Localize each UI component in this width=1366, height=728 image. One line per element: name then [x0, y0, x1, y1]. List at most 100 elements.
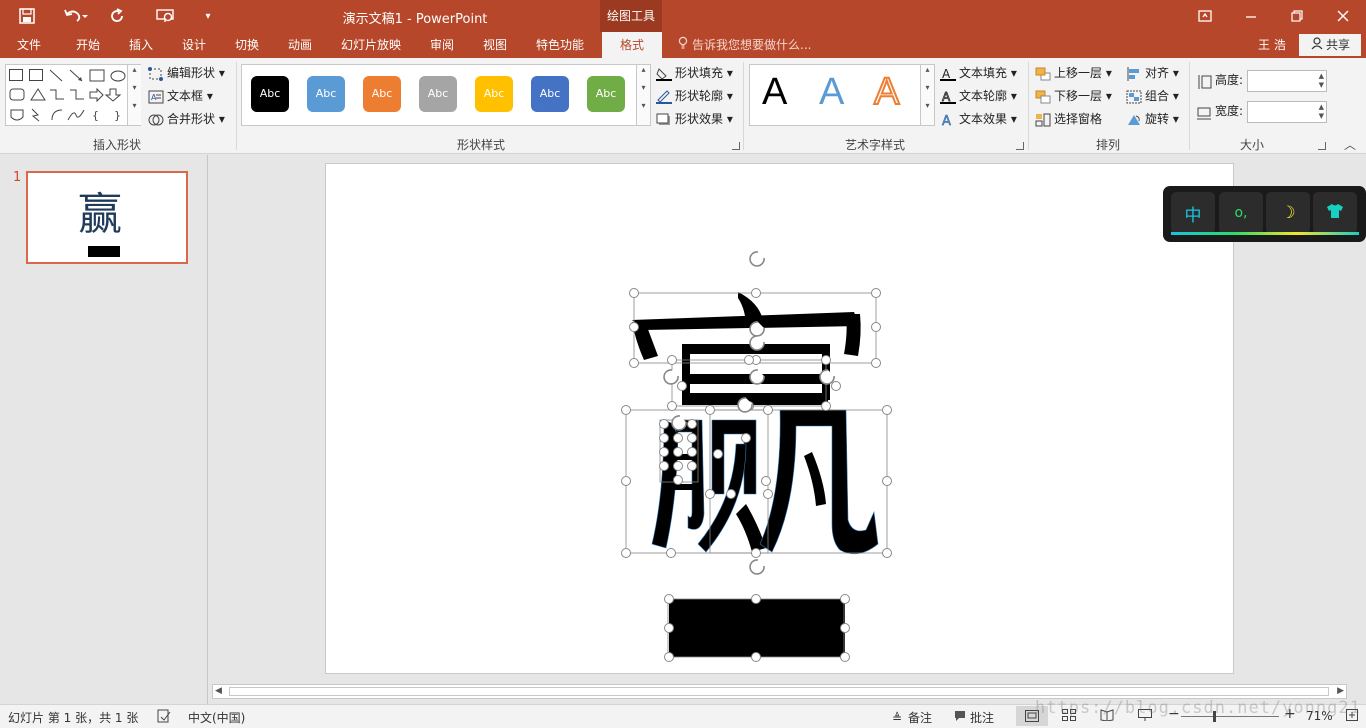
ime-moon-button[interactable]: ☽ — [1266, 192, 1310, 234]
vertical-textbox-shape-icon[interactable] — [29, 69, 43, 81]
tab-view[interactable]: 视图 — [472, 32, 518, 58]
text-outline-button[interactable]: A 文本轮廓 ▾ — [940, 86, 1017, 106]
shape-styles-gallery[interactable]: Abc Abc Abc Abc Abc Abc Abc ▴ ▾ ▾ — [241, 64, 651, 126]
width-input[interactable]: ▲ ▼ — [1247, 101, 1327, 123]
group-divider — [1028, 62, 1029, 150]
ime-skin-button[interactable] — [1313, 192, 1357, 234]
width-spinner-icon[interactable]: ▲ ▼ — [1319, 103, 1324, 121]
height-input[interactable]: ▲ ▼ — [1247, 70, 1327, 92]
edit-shape-button[interactable]: 编辑形状 ▾ — [148, 63, 225, 83]
text-box-button[interactable]: A 文本框 ▾ — [148, 86, 213, 106]
svg-text:A: A — [942, 90, 951, 104]
tell-me-search[interactable]: 告诉我您想要做什么... — [678, 32, 811, 58]
glyph-shell-radical[interactable] — [697, 419, 766, 553]
shape-style-green[interactable]: Abc — [587, 76, 625, 112]
minimize-icon[interactable] — [1228, 0, 1274, 32]
shape-style-orange[interactable]: Abc — [363, 76, 401, 112]
wordart-group-label: 艺术字样式 — [844, 138, 905, 152]
shape-style-dark-blue[interactable]: Abc — [531, 76, 569, 112]
shape-style-gray[interactable]: Abc — [419, 76, 457, 112]
thumbnail-glyph: 赢 — [78, 189, 122, 240]
horizontal-scrollbar[interactable]: ◀ ▶ — [212, 684, 1347, 699]
text-outline-label: 文本轮廓 — [959, 89, 1008, 103]
selection-pane-button[interactable]: 选择窗格 — [1035, 109, 1102, 129]
shape-fill-button[interactable]: 形状填充 ▾ — [656, 63, 733, 83]
glyph-fan-radical[interactable] — [759, 409, 879, 555]
language-indicator[interactable]: 中文(中国) — [188, 709, 245, 726]
bottom-bar-shape[interactable] — [669, 599, 845, 657]
wordart-gallery[interactable]: A A A ▴ ▾ ▾ — [749, 64, 935, 126]
shape-style-blue[interactable]: Abc — [307, 76, 345, 112]
scroll-left-icon[interactable]: ◀ — [215, 686, 222, 696]
collapse-ribbon-icon[interactable]: ︿ — [1344, 136, 1356, 153]
width-icon — [1196, 105, 1212, 119]
ribbon-display-icon[interactable] — [1182, 0, 1228, 32]
size-launcher-icon[interactable] — [1318, 142, 1326, 150]
send-backward-button[interactable]: 下移一层 ▾ — [1035, 86, 1112, 106]
merge-shapes-button[interactable]: 合并形状 ▾ — [148, 109, 225, 129]
share-button[interactable]: 共享 — [1299, 34, 1361, 56]
align-icon — [1126, 66, 1142, 81]
group-button[interactable]: 组合 ▾ — [1126, 86, 1179, 106]
ime-language-button[interactable]: 中 — [1171, 192, 1215, 234]
selection-pane-icon — [1035, 113, 1051, 127]
height-spinner-icon[interactable]: ▲ ▼ — [1319, 72, 1324, 90]
shape-style-gold[interactable]: Abc — [475, 76, 513, 112]
shape-outline-button[interactable]: 形状轮廓 ▾ — [656, 86, 733, 106]
slide-number: 1 — [13, 170, 22, 185]
shape-styles-launcher-icon[interactable] — [732, 142, 740, 150]
rotate-label: 旋转 — [1145, 112, 1170, 126]
tab-slideshow[interactable]: 幻灯片放映 — [333, 32, 409, 58]
shapes-gallery[interactable]: {} ▴ ▾ ▾ — [5, 64, 141, 126]
lightbulb-icon — [678, 32, 692, 58]
restore-icon[interactable] — [1274, 0, 1320, 32]
tab-transitions[interactable]: 切换 — [224, 32, 270, 58]
tab-home[interactable]: 开始 — [64, 32, 112, 58]
spell-check-icon[interactable] — [157, 709, 171, 726]
slide-thumbnail[interactable]: 赢 — [26, 171, 188, 264]
bring-forward-button[interactable]: 上移一层 ▾ — [1035, 63, 1112, 83]
send-backward-label: 下移一层 — [1054, 89, 1103, 103]
tab-animations[interactable]: 动画 — [277, 32, 323, 58]
tab-file[interactable]: 文件 — [6, 32, 52, 58]
ime-punctuation-button[interactable]: o, — [1219, 192, 1263, 234]
text-fill-button[interactable]: A 文本填充 ▾ — [940, 63, 1017, 83]
slide[interactable] — [325, 163, 1234, 674]
height-label-row: 高度: — [1196, 70, 1243, 90]
basic-shapes-icon[interactable] — [8, 87, 128, 103]
text-effects-button[interactable]: A 文本效果 ▾ — [940, 109, 1017, 129]
tab-insert[interactable]: 插入 — [118, 32, 164, 58]
shapes-gallery-scroll[interactable]: ▴ ▾ ▾ — [127, 65, 141, 125]
shape-style-black[interactable]: Abc — [251, 76, 289, 112]
svg-text:A: A — [942, 67, 951, 81]
tab-design[interactable]: 设计 — [171, 32, 217, 58]
notes-icon: ≜ — [892, 711, 903, 725]
tab-format[interactable]: 格式 — [602, 32, 662, 58]
group-icon — [1126, 90, 1142, 104]
textbox-shape-icon[interactable] — [9, 69, 23, 81]
ribbon: {} ▴ ▾ ▾ 编辑形状 ▾ A 文本框 ▾ 合并形状 ▾ 插入形状 Abc Abc… — [0, 58, 1366, 154]
wordart-orange-outline[interactable]: A — [873, 70, 900, 114]
scroll-right-icon[interactable]: ▶ — [1337, 686, 1344, 696]
shape-styles-scroll[interactable]: ▴ ▾ ▾ — [636, 65, 650, 125]
rotate-button[interactable]: 旋转 ▾ — [1126, 109, 1179, 129]
line-shapes-icon[interactable] — [48, 69, 128, 83]
comments-button[interactable]: 批注 — [954, 709, 994, 726]
height-icon — [1196, 74, 1212, 89]
scroll-thumb[interactable] — [229, 687, 1329, 696]
tab-special-features[interactable]: 特色功能 — [526, 32, 594, 58]
share-label: 共享 — [1325, 38, 1350, 52]
user-name[interactable]: 王 浩 — [1258, 32, 1286, 58]
shape-effects-button[interactable]: 形状效果 ▾ — [656, 109, 733, 129]
more-shapes-icon[interactable]: {} — [8, 107, 128, 123]
wordart-launcher-icon[interactable] — [1016, 142, 1024, 150]
wordart-blue[interactable]: A — [819, 71, 844, 114]
wordart-black[interactable]: A — [762, 71, 787, 114]
notes-button[interactable]: ≜ 备注 — [892, 709, 932, 726]
shape-effects-icon — [656, 113, 672, 127]
wordart-scroll[interactable]: ▴ ▾ ▾ — [920, 65, 934, 125]
tab-review[interactable]: 审阅 — [419, 32, 465, 58]
close-icon[interactable] — [1320, 0, 1366, 32]
group-divider — [743, 62, 744, 150]
align-button[interactable]: 对齐 ▾ — [1126, 63, 1179, 83]
